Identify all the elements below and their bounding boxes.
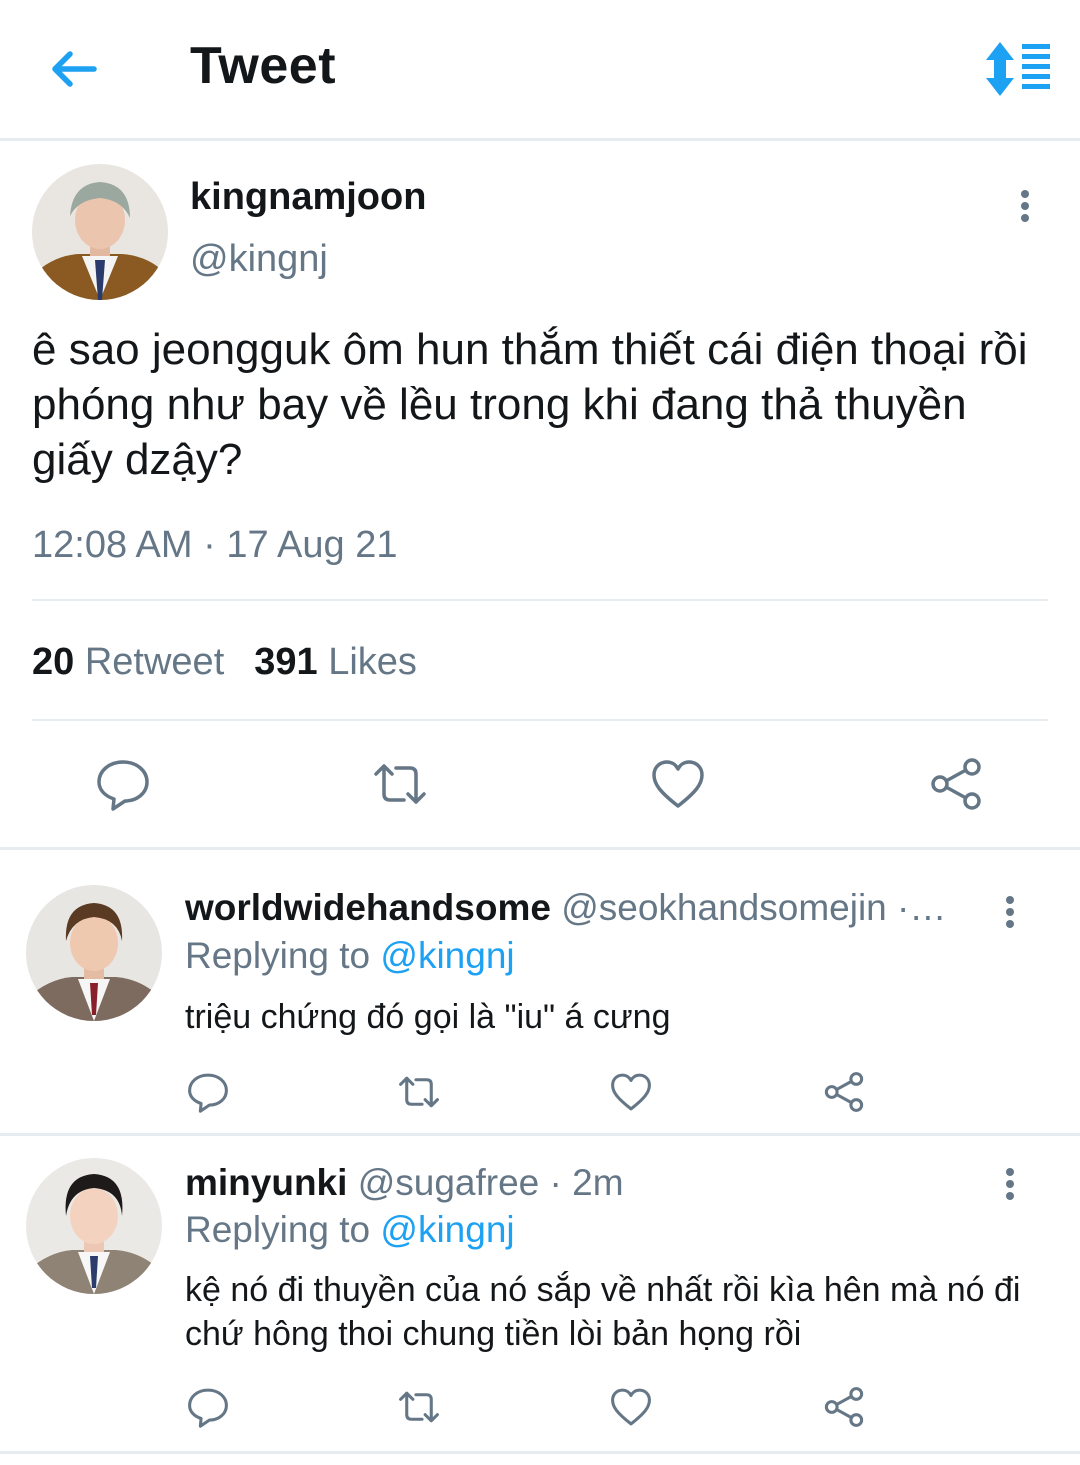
share-button[interactable] [821,1384,867,1430]
reply-text: kệ nó đi thuyền của nó sắp về nhất rồi k… [185,1271,1021,1353]
top-app-bar: Tweet [0,0,1080,141]
like-label: Likes [328,641,417,683]
like-button[interactable] [648,754,708,814]
retweet-icon [399,1076,439,1108]
more-options-button[interactable] [1010,186,1040,236]
reply-tweet[interactable]: worldwidehandsome @seokhandsomejin ·… Re… [0,850,1080,1133]
reply-author-name[interactable]: worldwidehandsome [185,887,551,928]
avatar-image [26,1158,162,1294]
more-vertical-icon [995,1168,1025,1200]
tweet-stats: 20 Retweet 391 Likes [32,641,417,684]
main-tweet: kingnamjoon @kingnj ê sao jeongguk ôm hu… [0,144,1080,847]
share-button[interactable] [926,754,986,814]
avatar[interactable] [26,885,162,1021]
reply-button[interactable] [185,1384,231,1430]
reply-icon [97,760,149,811]
like-count: 391 [254,641,318,683]
like-icon [652,760,704,808]
share-icon [931,758,981,810]
more-options-button[interactable] [995,1164,1025,1214]
reply-button[interactable] [93,754,153,814]
tweet-text: ê sao jeongguk ôm hun thắm thiết cái điệ… [32,325,1028,484]
retweet-count: 20 [32,641,75,683]
replying-to: Replying to @kingnj [185,1209,515,1251]
divider [32,599,1048,601]
reply-author-handle[interactable]: @seokhandsomejin ·… [561,887,946,928]
avatar[interactable] [32,164,168,300]
reply-tweet[interactable]: minyunki @sugafree · 2m Replying to @kin… [0,1136,1080,1451]
reply-icon [188,1073,228,1113]
reply-icon [188,1388,228,1428]
avatar-image [32,164,168,300]
like-icon [611,1388,651,1426]
retweet-stat[interactable]: 20 Retweet [32,641,224,683]
sort-button[interactable] [980,38,1056,100]
section-divider [0,1451,1080,1454]
tweet-timestamp: 12:08 AM · 17 Aug 21 [32,524,398,566]
share-icon [824,1387,864,1427]
reply-header: minyunki @sugafree · 2m [185,1162,985,1204]
reply-author-handle[interactable]: @sugafree · 2m [358,1162,624,1203]
retweet-button[interactable] [396,1384,442,1430]
mention-link[interactable]: @kingnj [380,935,514,976]
reply-button[interactable] [185,1069,231,1115]
like-button[interactable] [608,1384,654,1430]
reply-author-name[interactable]: minyunki [185,1162,347,1203]
replying-label: Replying to [185,935,371,976]
avatar-image [26,885,162,1021]
more-vertical-icon [995,896,1025,928]
replying-label: Replying to [185,1209,371,1250]
page-title: Tweet [190,37,337,95]
like-icon [611,1073,651,1111]
retweet-button[interactable] [396,1069,442,1115]
share-icon [824,1072,864,1112]
reply-text: triệu chứng đó gọi là "iu" á cưng [185,998,671,1036]
author-handle[interactable]: @kingnj [190,238,328,281]
back-button[interactable] [46,44,100,94]
like-stat[interactable]: 391 Likes [254,641,417,683]
reply-header: worldwidehandsome @seokhandsomejin ·… [185,887,985,929]
like-button[interactable] [608,1069,654,1115]
sort-list-icon [986,42,1050,96]
more-options-button[interactable] [995,892,1025,942]
replying-to: Replying to @kingnj [185,935,515,977]
more-vertical-icon [1010,190,1040,222]
retweet-icon [374,764,426,804]
divider [32,719,1048,721]
avatar[interactable] [26,1158,162,1294]
author-name[interactable]: kingnamjoon [190,176,426,219]
retweet-button[interactable] [370,754,430,814]
retweet-icon [399,1391,439,1423]
retweet-label: Retweet [84,641,225,683]
share-button[interactable] [821,1069,867,1115]
arrow-left-icon [52,51,97,87]
mention-link[interactable]: @kingnj [380,1209,514,1250]
